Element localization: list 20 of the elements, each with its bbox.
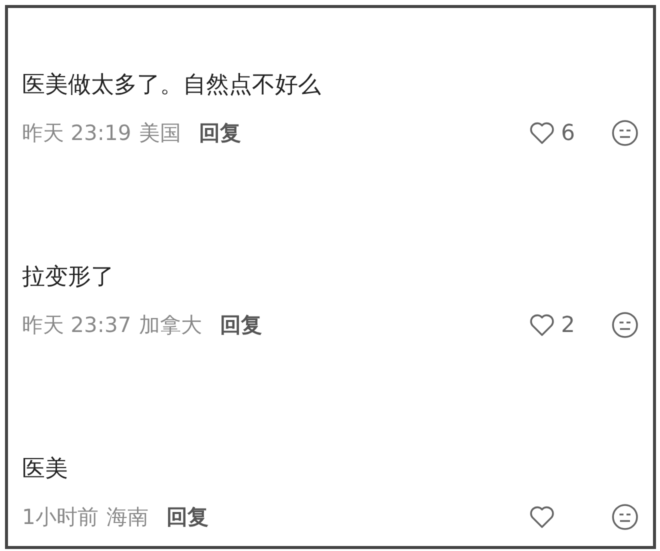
comment-text: 医美做太多了。自然点不好么 bbox=[22, 71, 322, 100]
like-count: 2 bbox=[561, 312, 576, 338]
comment-location: 加拿大 bbox=[139, 312, 202, 339]
comment-text: 拉变形了 bbox=[22, 263, 115, 292]
like-icon[interactable] bbox=[529, 121, 555, 145]
comment-location: 美国 bbox=[139, 120, 182, 147]
like-icon[interactable] bbox=[529, 505, 555, 529]
emoji-icon[interactable] bbox=[611, 311, 639, 339]
comment-location: 海南 bbox=[106, 504, 148, 531]
reply-link[interactable]: 回复 bbox=[199, 119, 242, 147]
comment-time: 昨天 23:37 bbox=[22, 312, 132, 339]
emoji-icon[interactable] bbox=[611, 503, 639, 531]
reply-link[interactable]: 回复 bbox=[220, 311, 262, 339]
comment-text: 医美 bbox=[22, 455, 69, 484]
comment-time: 昨天 23:19 bbox=[22, 120, 132, 147]
like-count: 6 bbox=[561, 120, 576, 146]
reply-link[interactable]: 回复 bbox=[166, 503, 208, 531]
like-icon[interactable] bbox=[529, 313, 555, 337]
emoji-icon[interactable] bbox=[611, 119, 639, 147]
comment-time: 1小时前 bbox=[22, 504, 98, 531]
